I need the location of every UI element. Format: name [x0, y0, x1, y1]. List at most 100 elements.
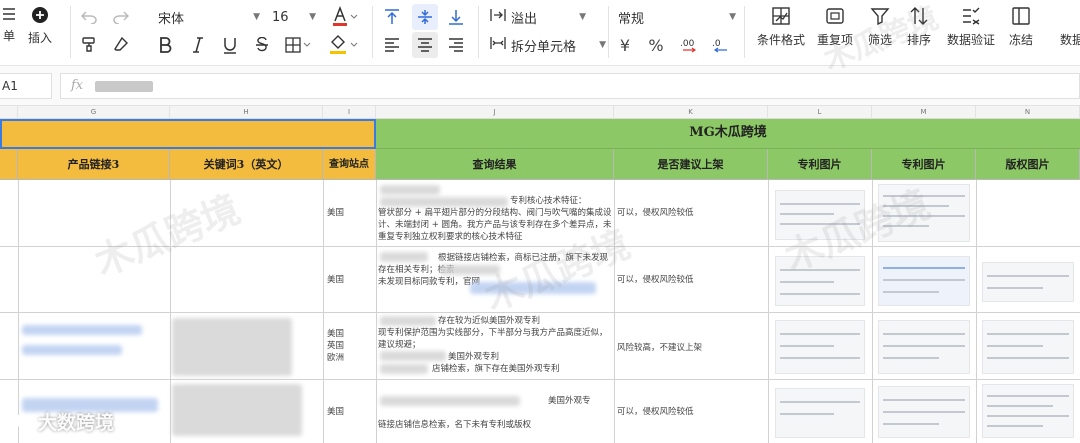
header-copyright-image[interactable]: 版权图片 [976, 149, 1080, 180]
align-left-button[interactable] [382, 36, 402, 54]
increase-decimal-button[interactable]: .00 [678, 34, 700, 56]
copyright-image-thumbnail[interactable] [982, 262, 1074, 302]
header-site[interactable]: 查询站点 [323, 149, 376, 180]
result-line: 美国外观专 [548, 396, 591, 406]
conditional-format-button[interactable]: 条件格式 [756, 6, 806, 48]
decrease-decimal-button[interactable]: .0 [710, 34, 732, 56]
fill-color-button[interactable] [327, 33, 361, 57]
sort-button[interactable]: 排序 [894, 6, 944, 48]
copyright-image-thumbnail[interactable] [982, 320, 1074, 374]
font-name-value: 宋体 [158, 11, 185, 27]
patent-image-thumbnail[interactable] [775, 388, 865, 438]
data-label: 数据 [1059, 33, 1080, 47]
column-header[interactable]: G [18, 106, 170, 119]
overflow-select[interactable]: 溢出 ▼ [490, 6, 586, 28]
column-header[interactable]: M [872, 106, 976, 119]
align-right-button[interactable] [446, 36, 466, 54]
patent-image-thumbnail[interactable] [878, 184, 970, 242]
column-header[interactable]: L [768, 106, 872, 119]
brand-icon [4, 411, 34, 433]
redo-button[interactable] [112, 8, 130, 26]
patent-image-thumbnail[interactable] [878, 256, 970, 306]
align-top-button[interactable] [382, 8, 402, 26]
number-format-select[interactable]: 常规 ▼ [618, 6, 736, 28]
patent-image-thumbnail[interactable] [878, 386, 970, 438]
header-result[interactable]: 查询结果 [376, 149, 614, 180]
site-cell[interactable]: 美国 [327, 328, 344, 341]
font-size-select[interactable]: 16 ▼ [272, 6, 316, 28]
patent-image-thumbnail[interactable] [878, 320, 970, 374]
align-bottom-button[interactable] [446, 8, 466, 26]
selected-merged-cell[interactable] [0, 119, 376, 149]
chevron-down-icon: ▼ [729, 12, 736, 22]
duplicate-button[interactable]: 重复项 [810, 6, 860, 48]
recommend-cell[interactable]: 风险较高，不建议上架 [617, 342, 702, 355]
align-right-icon [448, 38, 464, 52]
chevron-down-icon: ▼ [309, 12, 316, 22]
result-line: 计、未端封闭 + 圆角。我方产品与该专利存在多个差异点，未 [378, 220, 612, 230]
column-header[interactable] [0, 106, 18, 119]
copyright-image-thumbnail[interactable] [982, 384, 1074, 438]
italic-button[interactable] [189, 35, 207, 55]
undo-button[interactable] [80, 8, 98, 26]
align-middle-button[interactable] [412, 4, 438, 30]
border-button[interactable] [283, 35, 313, 55]
font-color-button[interactable] [330, 5, 360, 29]
formula-input[interactable]: fx [60, 73, 1080, 99]
cell-reference-box[interactable]: A1 [0, 73, 52, 99]
header-keyword[interactable]: 关键词3（英文） [170, 149, 323, 180]
redacted-text [440, 265, 500, 275]
underline-button[interactable] [221, 35, 239, 55]
percent-button[interactable]: % [647, 35, 665, 55]
sort-label: 排序 [906, 33, 931, 47]
eraser-icon [113, 36, 129, 52]
site-cell[interactable]: 美国 [327, 274, 344, 287]
site-cell[interactable]: 英国 [327, 340, 344, 353]
toolbar-divider [372, 6, 373, 58]
redacted-keyword [172, 384, 302, 436]
patent-image-thumbnail[interactable] [775, 256, 865, 306]
site-cell[interactable]: 美国 [327, 406, 344, 419]
data-button[interactable]: 数据 [1052, 6, 1080, 48]
insert-label: 插入 [27, 31, 52, 45]
freeze-button[interactable]: 冻结 [996, 6, 1046, 48]
bold-button[interactable] [156, 35, 174, 55]
align-top-icon [384, 9, 400, 25]
column-header[interactable]: J [376, 106, 614, 119]
filter-icon [870, 6, 890, 26]
column-header[interactable]: K [614, 106, 768, 119]
patent-image-thumbnail[interactable] [775, 190, 865, 240]
align-center-button[interactable] [412, 32, 438, 58]
redacted-link [22, 325, 142, 335]
recommend-cell[interactable]: 可以，侵权风险较低 [617, 207, 694, 220]
border-icon [285, 37, 311, 53]
strikethrough-button[interactable] [253, 35, 271, 55]
data-validation-button[interactable]: 数据验证 [944, 6, 998, 48]
site-cell[interactable]: 美国 [327, 207, 344, 220]
header-patent-image[interactable]: 专利图片 [872, 149, 976, 180]
merge-cells-value: 拆分单元格 [511, 39, 577, 55]
header-cell[interactable] [0, 149, 18, 180]
column-header[interactable]: H [170, 106, 323, 119]
font-color-icon [332, 6, 358, 28]
column-header[interactable]: N [976, 106, 1080, 119]
clear-format-button[interactable] [112, 35, 130, 53]
site-cell[interactable]: 欧洲 [327, 352, 344, 365]
recommend-cell[interactable]: 可以，侵权风险较低 [617, 406, 694, 419]
result-line: 未发现目标同款专利，官网 [378, 277, 481, 287]
patent-image-thumbnail[interactable] [775, 320, 865, 374]
font-name-select[interactable]: 宋体 ▼ [158, 6, 260, 28]
currency-button[interactable]: ¥ [616, 35, 634, 55]
header-patent-image[interactable]: 专利图片 [768, 149, 872, 180]
column-header[interactable]: I [323, 106, 376, 119]
header-product-link[interactable]: 产品链接3 [18, 149, 170, 180]
format-painter-button[interactable] [80, 35, 98, 53]
toolbar: 单 插入 宋体 ▼ 16 ▼ 溢出 ▼ 拆分单元格 ▼ 常规 ▼ ¥ % .00… [0, 0, 1080, 66]
group-title-cell[interactable]: MG木瓜跨境 [376, 119, 1080, 149]
recommend-cell[interactable]: 可以，侵权风险较低 [617, 274, 694, 287]
insert-button[interactable]: 插入 [15, 6, 65, 46]
header-recommend[interactable]: 是否建议上架 [614, 149, 768, 180]
align-bottom-icon [448, 9, 464, 25]
merge-cells-select[interactable]: 拆分单元格 ▼ [490, 34, 606, 56]
brand-name: 大数跨境 [38, 412, 115, 434]
